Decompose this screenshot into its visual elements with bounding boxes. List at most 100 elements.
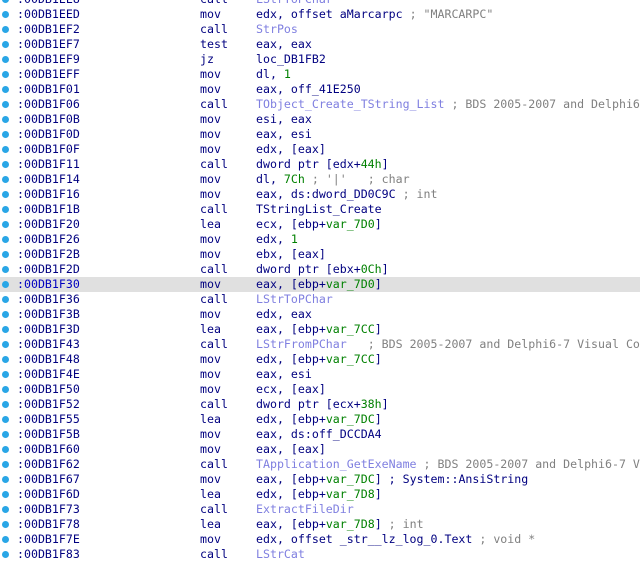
- operand-token[interactable]: StrPos: [256, 22, 298, 36]
- operand-token[interactable]: eax, ds:dword_DD0C9C: [256, 187, 396, 201]
- line-address[interactable]: :00DB1F0D: [17, 127, 80, 142]
- operand-token[interactable]: var_7D8: [326, 517, 375, 531]
- gutter[interactable]: [0, 532, 14, 547]
- line-address[interactable]: :00DB1F43: [17, 337, 80, 352]
- operand-token[interactable]: edx,: [256, 232, 291, 246]
- blue-dot-icon[interactable]: [2, 161, 9, 168]
- blue-dot-icon[interactable]: [2, 476, 9, 483]
- blue-dot-icon[interactable]: [2, 26, 9, 33]
- code-line[interactable]: :00DB1F43 call LStrFromPChar ; BDS 2005-20…: [0, 337, 640, 352]
- instruction-operands[interactable]: edx, [ebp+var_7DC]: [256, 412, 382, 427]
- code-line[interactable]: :00DB1F5B mov eax, ds:off_DCCDA4: [0, 427, 640, 442]
- operand-token[interactable]: LStrToPChar: [256, 0, 333, 6]
- code-line[interactable]: :00DB1F55 lea edx, [ebp+var_7DC]: [0, 412, 640, 427]
- gutter[interactable]: [0, 67, 14, 82]
- line-address[interactable]: :00DB1F14: [17, 172, 80, 187]
- operand-token[interactable]: edx, [ebp+: [256, 487, 326, 501]
- blue-dot-icon[interactable]: [2, 176, 9, 183]
- gutter[interactable]: [0, 202, 14, 217]
- instruction-operands[interactable]: edx, [eax]: [256, 142, 326, 157]
- line-address[interactable]: :00DB1F16: [17, 187, 80, 202]
- line-address[interactable]: :00DB1F78: [17, 517, 80, 532]
- operand-token[interactable]: eax, [ebp+: [256, 277, 326, 291]
- blue-dot-icon[interactable]: [2, 116, 9, 123]
- line-address[interactable]: :00DB1F67: [17, 472, 80, 487]
- gutter[interactable]: [0, 112, 14, 127]
- code-line[interactable]: :00DB1EED mov edx, offset aMarcarpc ; "MAR…: [0, 7, 640, 22]
- blue-dot-icon[interactable]: [2, 266, 9, 273]
- instruction-mnemonic[interactable]: call: [200, 457, 228, 472]
- gutter[interactable]: [0, 127, 14, 142]
- gutter[interactable]: [0, 37, 14, 52]
- operand-token[interactable]: eax, off_41E250: [256, 82, 361, 96]
- operand-token[interactable]: ]: [375, 217, 382, 231]
- operand-token[interactable]: edx, [eax]: [256, 142, 326, 156]
- operand-token[interactable]: dword ptr [ebx+: [256, 262, 361, 276]
- blue-dot-icon[interactable]: [2, 191, 9, 198]
- instruction-operands[interactable]: edx, eax: [256, 307, 312, 322]
- instruction-operands[interactable]: eax, ds:dword_DD0C9C ; int: [256, 187, 438, 202]
- operand-token[interactable]: eax, [ebp+: [256, 472, 326, 486]
- instruction-operands[interactable]: ecx, [ebp+var_7D0]: [256, 217, 382, 232]
- operand-token[interactable]: 1: [291, 232, 298, 246]
- operand-token[interactable]: dl,: [256, 172, 284, 186]
- operand-token[interactable]: edx, eax: [256, 307, 312, 321]
- instruction-mnemonic[interactable]: lea: [200, 322, 221, 337]
- operand-token[interactable]: ecx, [ebp+: [256, 217, 326, 231]
- instruction-mnemonic[interactable]: call: [200, 337, 228, 352]
- instruction-mnemonic[interactable]: call: [200, 262, 228, 277]
- instruction-operands[interactable]: eax, [ebp+var_7D0]: [256, 277, 382, 292]
- gutter[interactable]: [0, 7, 14, 22]
- operand-token[interactable]: edx, offset aMarcarpc: [256, 7, 403, 21]
- instruction-operands[interactable]: eax, eax: [256, 37, 312, 52]
- blue-dot-icon[interactable]: [2, 371, 9, 378]
- line-address[interactable]: :00DB1F2D: [17, 262, 80, 277]
- operand-token[interactable]: LStrToPChar: [256, 292, 333, 306]
- operand-token[interactable]: ]: [375, 352, 382, 366]
- instruction-operands[interactable]: eax, esi: [256, 127, 312, 142]
- gutter[interactable]: [0, 262, 14, 277]
- code-line[interactable]: :00DB1F4E mov eax, esi: [0, 367, 640, 382]
- instruction-operands[interactable]: LStrCat: [256, 547, 305, 562]
- operand-token[interactable]: loc_DB1FB2: [256, 52, 326, 66]
- blue-dot-icon[interactable]: [2, 326, 9, 333]
- operand-token[interactable]: TStringList_Create: [256, 202, 382, 216]
- line-address[interactable]: :00DB1F0F: [17, 142, 80, 157]
- instruction-operands[interactable]: StrPos: [256, 22, 298, 37]
- line-address[interactable]: :00DB1F11: [17, 157, 80, 172]
- code-line[interactable]: :00DB1EF7 test eax, eax: [0, 37, 640, 52]
- instruction-mnemonic[interactable]: test: [200, 37, 228, 52]
- code-line[interactable]: :00DB1F7E mov edx, offset _str__lz_log_0.T…: [0, 532, 640, 547]
- line-address[interactable]: :00DB1F1B: [17, 202, 80, 217]
- line-address[interactable]: :00DB1F60: [17, 442, 80, 457]
- operand-token[interactable]: eax, esi: [256, 367, 312, 381]
- comment-text[interactable]: ; int: [396, 187, 438, 201]
- operand-token[interactable]: TObject_Create_TString_List: [256, 97, 444, 111]
- instruction-mnemonic[interactable]: call: [200, 292, 228, 307]
- code-line[interactable]: :00DB1F50 mov ecx, [eax]: [0, 382, 640, 397]
- line-address[interactable]: :00DB1F52: [17, 397, 80, 412]
- line-address[interactable]: :00DB1EE8: [17, 0, 80, 7]
- operand-token[interactable]: edx, [ebp+: [256, 352, 326, 366]
- code-line[interactable]: :00DB1F36 call LStrToPChar: [0, 292, 640, 307]
- line-address[interactable]: :00DB1EED: [17, 7, 80, 22]
- operand-token[interactable]: eax, [ebp+: [256, 517, 326, 531]
- operand-token[interactable]: var_7DC: [326, 472, 375, 486]
- code-line[interactable]: :00DB1EE8 call LStrToPChar: [0, 0, 640, 7]
- line-address[interactable]: :00DB1F36: [17, 292, 80, 307]
- blue-dot-icon[interactable]: [2, 401, 9, 408]
- instruction-operands[interactable]: dl, 1: [256, 67, 291, 82]
- gutter[interactable]: [0, 442, 14, 457]
- line-address[interactable]: :00DB1F62: [17, 457, 80, 472]
- operand-token[interactable]: dl,: [256, 67, 284, 81]
- code-line[interactable]: :00DB1F67 mov eax, [ebp+var_7DC] ; System:…: [0, 472, 640, 487]
- operand-token[interactable]: eax, ds:off_DCCDA4: [256, 427, 382, 441]
- instruction-operands[interactable]: edx, [ebp+var_7CC]: [256, 352, 382, 367]
- line-address[interactable]: :00DB1EF9: [17, 52, 80, 67]
- instruction-operands[interactable]: eax, [ebp+var_7D8] ; int: [256, 517, 424, 532]
- operand-token[interactable]: ]: [375, 412, 382, 426]
- blue-dot-icon[interactable]: [2, 101, 9, 108]
- instruction-mnemonic[interactable]: mov: [200, 142, 221, 157]
- instruction-operands[interactable]: TApplication_GetExeName ; BDS 2005-2007 …: [256, 457, 640, 472]
- blue-dot-icon[interactable]: [2, 416, 9, 423]
